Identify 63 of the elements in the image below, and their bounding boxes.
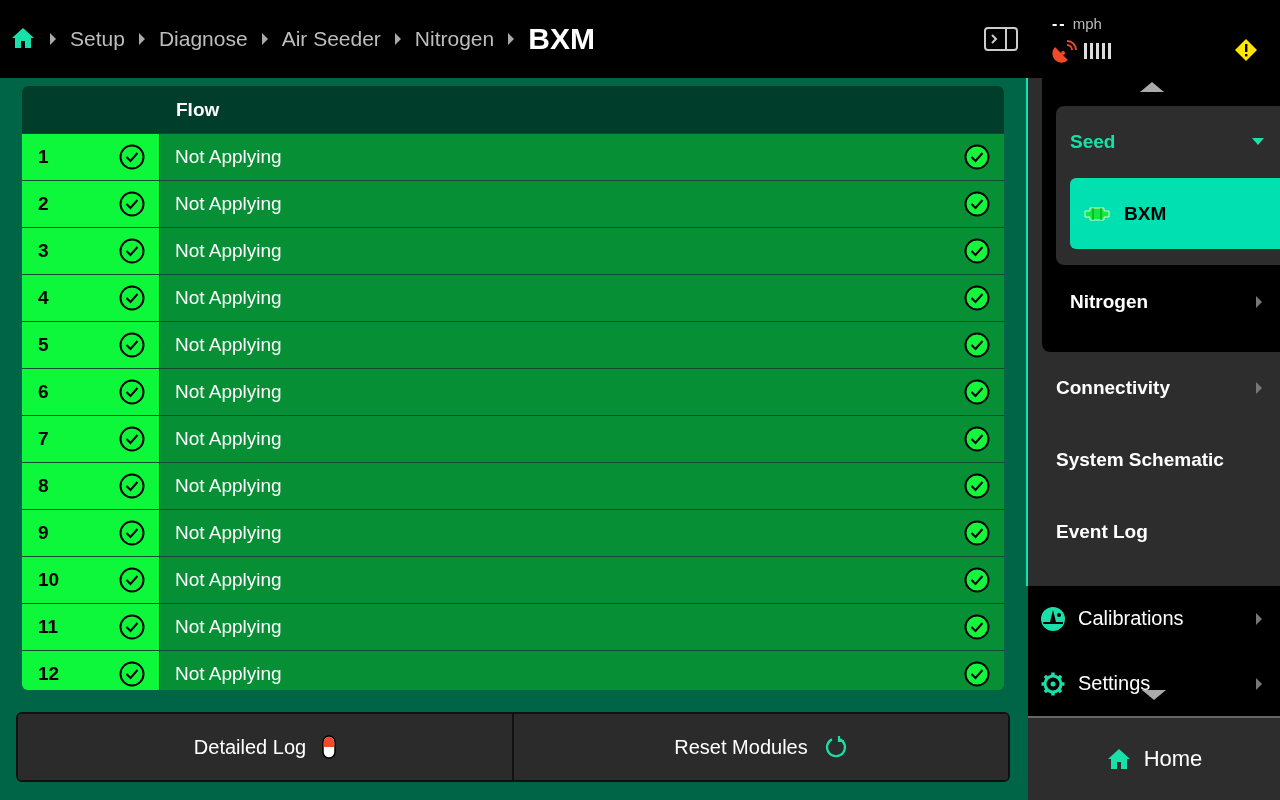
module-number: 5: [38, 334, 49, 356]
speed-unit: mph: [1072, 15, 1102, 32]
nav-item[interactable]: System Schematic: [1028, 424, 1280, 496]
flow-status: Not Applying: [175, 663, 282, 685]
gauge-icon: [1040, 605, 1066, 632]
caret-right-icon: [1256, 612, 1262, 625]
module-icon: [1084, 205, 1110, 222]
module-number: 3: [38, 240, 49, 262]
scroll-up-icon[interactable]: [1140, 82, 1164, 92]
breadcrumb-link[interactable]: Air Seeder: [281, 27, 381, 51]
flow-status: Not Applying: [175, 193, 282, 215]
flow-status: Not Applying: [175, 381, 282, 403]
flow-status: Not Applying: [175, 475, 282, 497]
nav-item[interactable]: Calibrations: [1028, 588, 1280, 649]
nav-item[interactable]: BXM: [1070, 178, 1280, 249]
breadcrumb-separator-icon: [508, 33, 515, 45]
module-number: 12: [38, 663, 60, 685]
nav-item[interactable]: Settings: [1028, 653, 1280, 714]
home-button[interactable]: Home: [1028, 716, 1280, 800]
speed-value: --: [1052, 15, 1067, 33]
module-number: 8: [38, 475, 49, 497]
nav-item[interactable]: Event Log: [1028, 496, 1280, 568]
reset-icon: [823, 735, 848, 759]
sidebar-toggle-icon[interactable]: [984, 27, 1018, 51]
breadcrumb-link[interactable]: Diagnose: [158, 27, 248, 51]
flow-status: Not Applying: [175, 522, 282, 544]
reset-button[interactable]: Reset Modules: [512, 714, 1008, 780]
caret-right-icon: [1256, 296, 1262, 308]
breadcrumb-separator-icon: [394, 33, 401, 45]
module-number: 7: [38, 428, 49, 450]
warning-icon[interactable]: [1234, 38, 1258, 62]
breadcrumb-separator-icon: [50, 33, 56, 45]
flow-status: Not Applying: [175, 146, 282, 168]
flow-status: Not Applying: [175, 287, 282, 309]
page-title: BXM: [528, 22, 595, 56]
column-header: Flow: [175, 98, 220, 121]
breadcrumb-separator-icon: [138, 33, 145, 45]
module-number: 2: [38, 193, 49, 215]
flow-status: Not Applying: [175, 334, 282, 356]
log-button[interactable]: Detailed Log: [18, 714, 512, 780]
breadcrumb-link[interactable]: Nitrogen: [414, 27, 495, 51]
flow-status: Not Applying: [175, 240, 282, 262]
home-icon[interactable]: [10, 26, 36, 50]
flow-status: Not Applying: [175, 569, 282, 591]
caret-right-icon: [1256, 677, 1262, 690]
module-number: 4: [38, 287, 49, 309]
breadcrumb-separator-icon: [261, 33, 268, 45]
settings-icon: [1040, 670, 1066, 697]
module-number: 9: [38, 522, 49, 544]
module-number: 10: [38, 569, 60, 591]
nav-group-header[interactable]: Seed: [1056, 106, 1280, 178]
toggle-switch-icon: [322, 735, 337, 759]
flow-status: Not Applying: [175, 428, 282, 450]
caret-right-icon: [1256, 382, 1262, 394]
nav-item[interactable]: Nitrogen: [1056, 265, 1280, 339]
caret-down-icon: [1252, 138, 1264, 146]
signal-bars-icon: [1084, 43, 1112, 59]
module-number: 11: [38, 616, 59, 638]
module-number: 6: [38, 381, 49, 403]
flow-status: Not Applying: [175, 616, 282, 638]
module-number: 1: [38, 146, 49, 168]
breadcrumb-link[interactable]: Setup: [70, 27, 125, 51]
nav-item[interactable]: Connectivity: [1028, 352, 1280, 424]
